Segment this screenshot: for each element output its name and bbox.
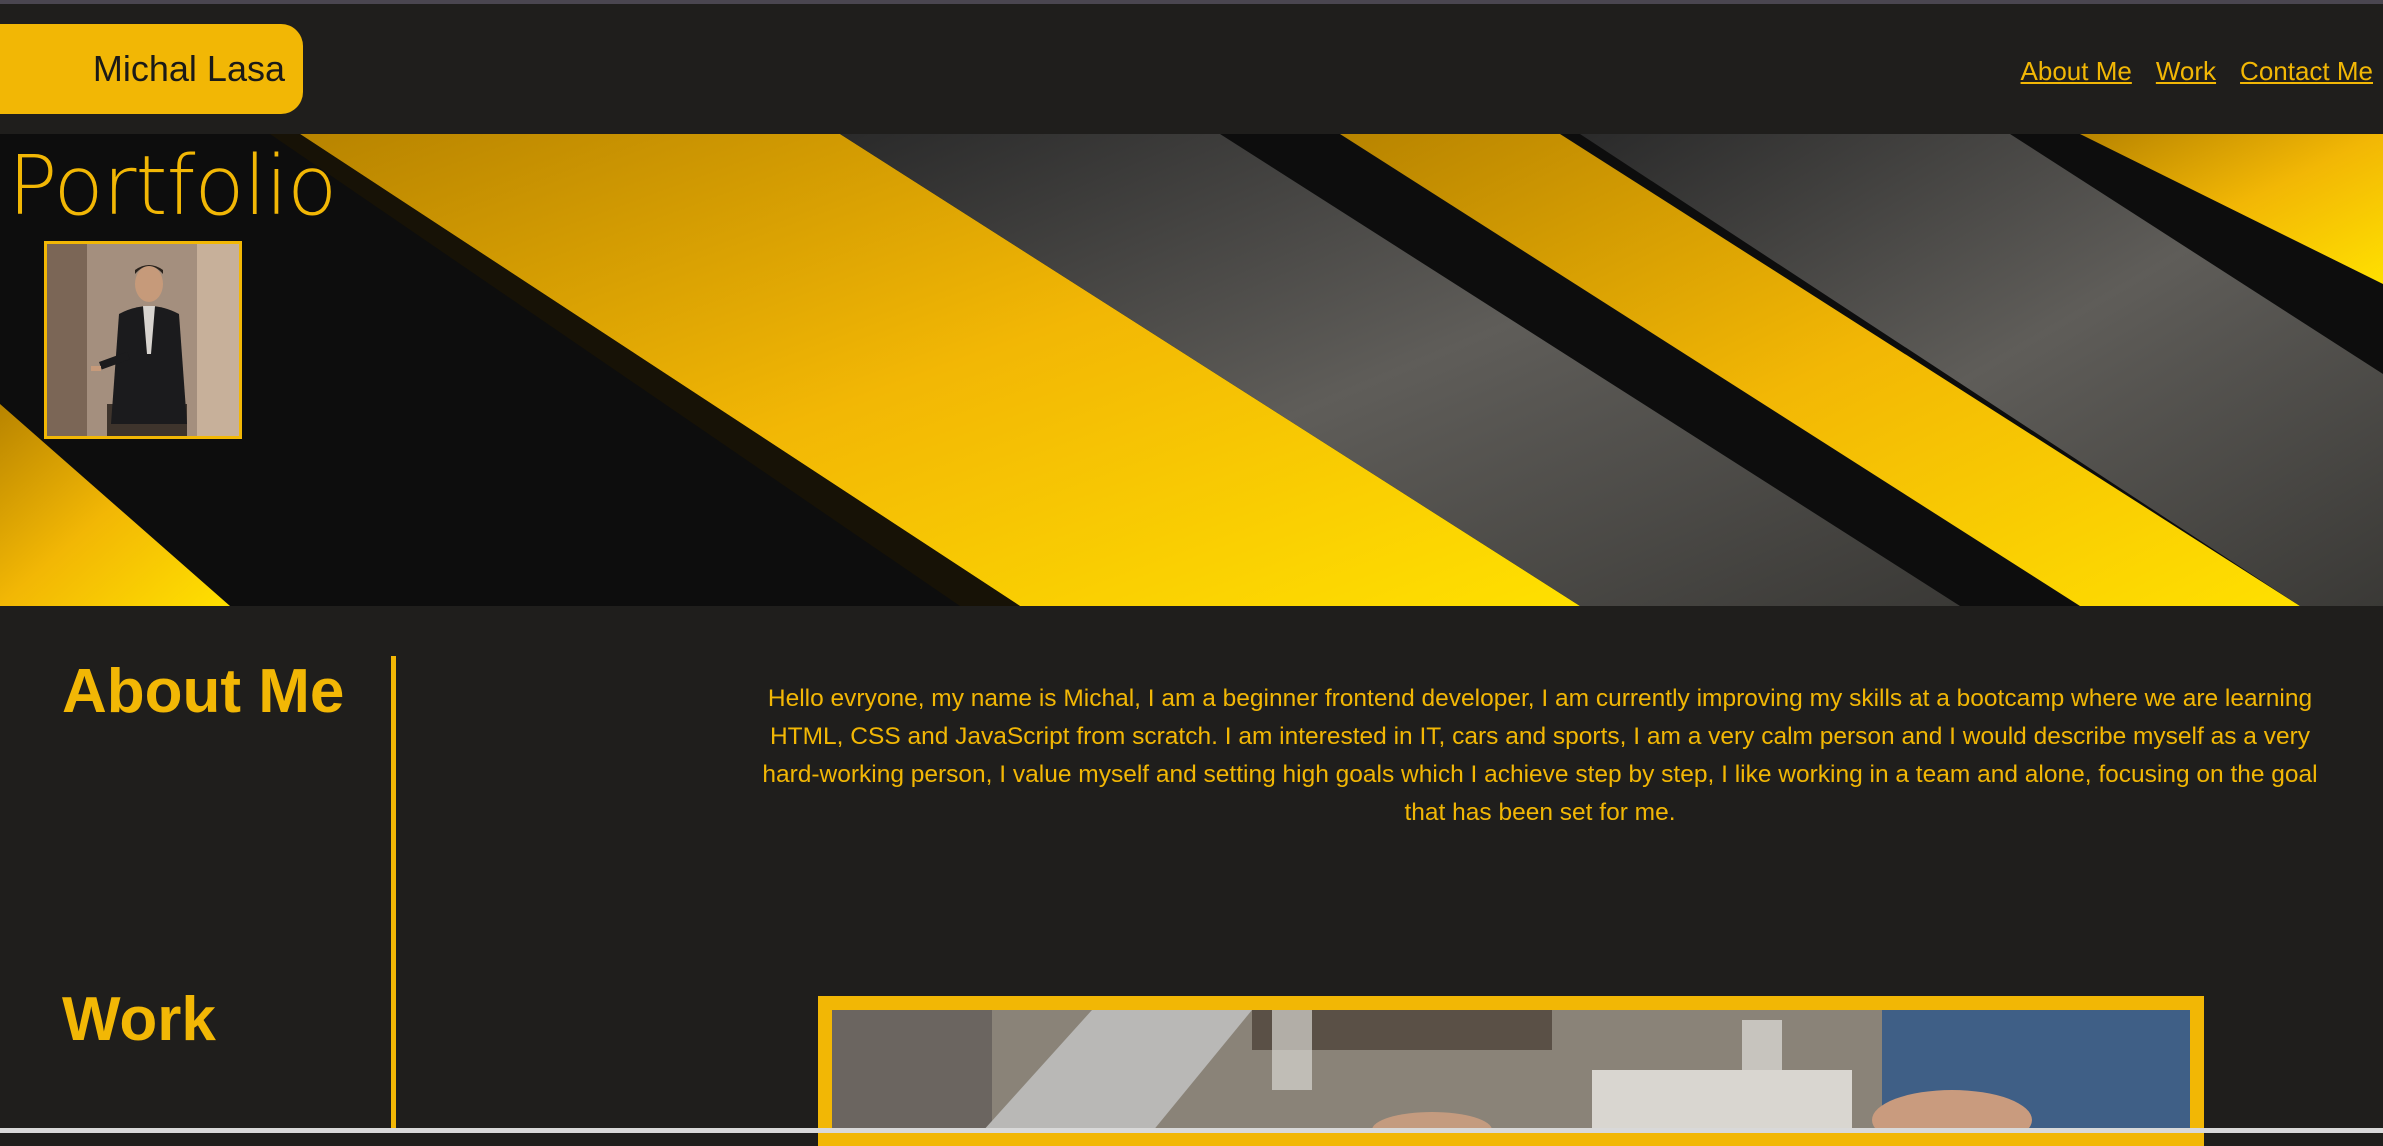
team-meeting-photo-icon <box>832 1010 2190 1132</box>
about-me-heading[interactable]: About Me <box>62 656 344 727</box>
sidebar-divider <box>391 656 396 1133</box>
about-me-text: Hello evryone, my name is Michal, I am a… <box>762 685 2318 826</box>
main-nav: About Me Work Contact Me <box>2021 56 2373 87</box>
hero-background-stripes <box>0 134 2383 606</box>
bottom-edge <box>0 1128 2383 1133</box>
brand-name: Michal Lasa <box>92 48 285 89</box>
person-photo-icon <box>47 244 239 436</box>
hero-title: Portfolio <box>8 139 337 234</box>
profile-photo <box>44 241 242 439</box>
work-image[interactable] <box>818 996 2204 1146</box>
nav-link-work[interactable]: Work <box>2156 56 2216 87</box>
work-heading[interactable]: Work <box>62 984 216 1055</box>
hero-banner: Portfolio <box>0 134 2383 606</box>
nav-link-contact-me[interactable]: Contact Me <box>2240 56 2373 87</box>
site-header: Michal Lasa About Me Work Contact Me <box>0 4 2383 134</box>
brand-logo[interactable]: Michal Lasa <box>0 24 303 114</box>
nav-link-about-me[interactable]: About Me <box>2021 56 2132 87</box>
